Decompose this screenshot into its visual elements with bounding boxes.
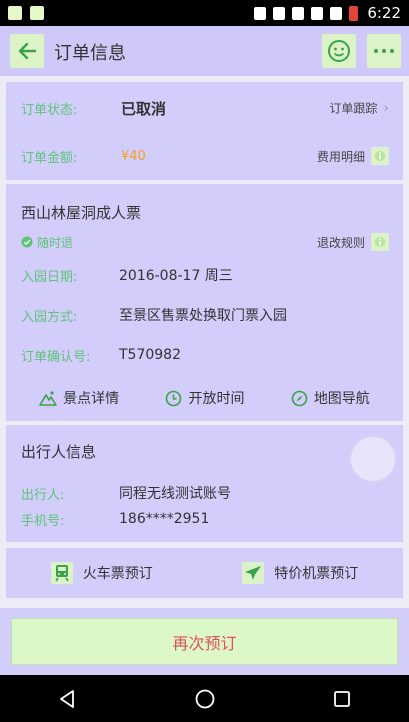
order-card: 订单状态: 已取消 订单跟踪 › 订单金额: ¥40 费用明细 bbox=[6, 82, 403, 180]
entry-method-row: 入园方式: 至景区售票处换取门票入园 bbox=[6, 295, 403, 335]
traveler-name-value: 同程无线测试账号 bbox=[119, 486, 231, 502]
scenic-detail-button[interactable]: 景点详情 bbox=[39, 388, 119, 408]
order-amount-label: 订单金额: bbox=[21, 150, 78, 166]
airplane-icon bbox=[242, 562, 265, 584]
app-bar: 订单信息 bbox=[0, 26, 409, 76]
mountain-icon bbox=[39, 391, 57, 406]
wifi-icon bbox=[311, 6, 324, 20]
refund-rule-label: 退改规则 bbox=[316, 235, 365, 250]
chevron-right-icon: › bbox=[383, 100, 389, 116]
download-notification-icon bbox=[8, 6, 22, 20]
back-button[interactable] bbox=[10, 34, 44, 68]
info-icon bbox=[371, 147, 389, 165]
order-status-row[interactable]: 订单状态: 已取消 订单跟踪 › bbox=[6, 84, 403, 132]
flight-booking-button[interactable]: 特价机票预订 bbox=[242, 562, 358, 584]
system-nav-bar bbox=[0, 675, 409, 722]
opening-hours-button[interactable]: 开放时间 bbox=[165, 388, 244, 408]
fee-detail-link[interactable]: 费用明细 bbox=[317, 147, 389, 165]
android-notification-icon bbox=[30, 6, 44, 20]
order-status-value: 已取消 bbox=[121, 99, 167, 118]
traveler-phone-label: 手机号: bbox=[21, 513, 65, 529]
train-booking-label: 火车票预订 bbox=[82, 566, 153, 582]
more-button[interactable] bbox=[367, 34, 401, 68]
order-amount-value: ¥40 bbox=[121, 148, 146, 164]
traveler-name-row: 出行人: 同程无线测试账号 bbox=[6, 480, 403, 506]
ticket-name: 西山林屋洞成人票 bbox=[21, 204, 142, 222]
arrow-left-icon bbox=[18, 42, 37, 60]
signal-icon bbox=[330, 6, 343, 20]
map-navigation-label: 地图导航 bbox=[313, 391, 370, 407]
entry-date-value: 2016-08-17 周三 bbox=[119, 268, 233, 284]
traveler-phone-row: 手机号: 186****2951 bbox=[6, 506, 403, 532]
booking-card: 火车票预订 特价机票预订 bbox=[6, 548, 403, 598]
bluetooth-icon bbox=[273, 6, 286, 20]
page-title: 订单信息 bbox=[54, 43, 126, 64]
traveler-name-label: 出行人: bbox=[21, 487, 65, 503]
status-bar: 6:22 bbox=[0, 0, 409, 26]
check-circle-icon bbox=[21, 236, 33, 248]
scenic-detail-label: 景点详情 bbox=[63, 391, 120, 407]
opening-hours-label: 开放时间 bbox=[188, 391, 245, 407]
traveler-card: 出行人信息 出行人: 同程无线测试账号 手机号: 186****2951 bbox=[6, 425, 403, 542]
battery-icon bbox=[349, 5, 359, 21]
flight-booking-label: 特价机票预订 bbox=[274, 566, 359, 582]
traveler-phone-value: 186****2951 bbox=[119, 511, 210, 527]
confirm-number-label: 订单确认号: bbox=[21, 349, 91, 365]
fee-detail-label: 费用明细 bbox=[316, 149, 365, 164]
train-booking-button[interactable]: 火车票预订 bbox=[50, 562, 153, 584]
order-track-link[interactable]: 订单跟踪 › bbox=[329, 100, 389, 117]
entry-date-row: 入园日期: 2016-08-17 周三 bbox=[6, 255, 403, 295]
content: 订单状态: 已取消 订单跟踪 › 订单金额: ¥40 费用明细 西山林屋洞成人票… bbox=[6, 82, 403, 602]
refund-flag-label: 随时退 bbox=[37, 235, 74, 250]
customer-service-button[interactable] bbox=[322, 34, 356, 68]
location-icon bbox=[254, 6, 267, 20]
info-icon bbox=[371, 233, 389, 251]
refund-row: 随时退 退改规则 bbox=[6, 229, 403, 255]
smiley-service-icon bbox=[328, 40, 350, 62]
status-time: 6:22 bbox=[367, 4, 401, 22]
confirm-number-value: T570982 bbox=[119, 347, 181, 363]
nav-home-icon[interactable] bbox=[194, 688, 216, 710]
bottom-action-bar: 再次预订 bbox=[0, 608, 409, 675]
train-icon bbox=[50, 562, 73, 584]
floating-assist-button[interactable] bbox=[349, 435, 397, 483]
confirm-number-row: 订单确认号: T570982 bbox=[6, 335, 403, 375]
traveler-section-title: 出行人信息 bbox=[21, 443, 97, 461]
order-status-label: 订单状态: bbox=[21, 102, 78, 118]
compass-icon bbox=[291, 390, 308, 406]
map-navigation-button[interactable]: 地图导航 bbox=[291, 388, 370, 408]
rebook-button[interactable]: 再次预订 bbox=[11, 618, 398, 665]
order-track-label: 订单跟踪 bbox=[329, 101, 378, 116]
more-dots-icon bbox=[374, 49, 394, 53]
clock-icon bbox=[166, 390, 182, 406]
ticket-actions: 景点详情 开放时间 地图导航 bbox=[6, 375, 403, 421]
refund-flag: 随时退 bbox=[21, 234, 73, 251]
entry-method-label: 入园方式: bbox=[21, 309, 78, 325]
vibrate-icon bbox=[292, 6, 305, 20]
ticket-card: 西山林屋洞成人票 随时退 退改规则 入园日期: 2016-08-17 周三 入园… bbox=[6, 184, 403, 421]
nav-back-icon[interactable] bbox=[58, 689, 78, 709]
entry-method-value: 至景区售票处换取门票入园 bbox=[119, 308, 287, 324]
nav-recents-icon[interactable] bbox=[333, 690, 351, 708]
entry-date-label: 入园日期: bbox=[21, 269, 78, 285]
order-amount-row: 订单金额: ¥40 费用明细 bbox=[6, 132, 403, 180]
refund-rule-link[interactable]: 退改规则 bbox=[317, 233, 389, 251]
